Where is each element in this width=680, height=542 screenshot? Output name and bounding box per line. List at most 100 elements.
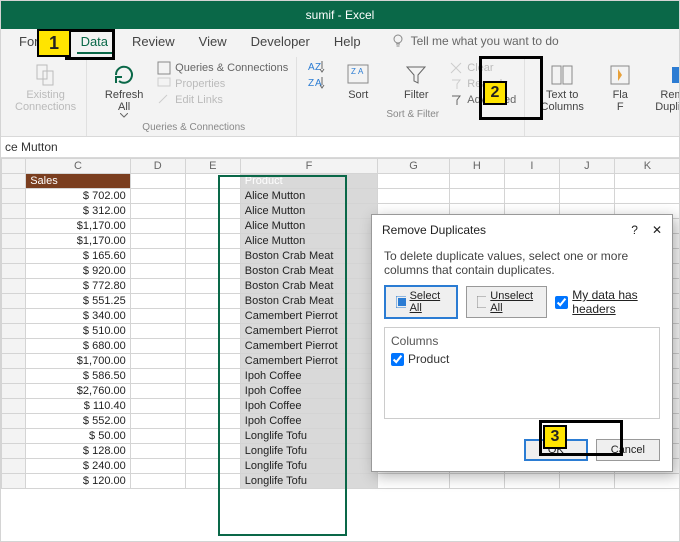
cell[interactable]: $ 702.00 xyxy=(26,189,131,204)
cell[interactable]: $1,170.00 xyxy=(26,234,131,249)
cell[interactable]: $ 552.00 xyxy=(26,414,131,429)
column-product-checkbox[interactable]: Product xyxy=(391,352,449,366)
cell[interactable]: Camembert Pierrot xyxy=(240,324,378,339)
column-header-K[interactable]: K xyxy=(614,159,679,174)
cell[interactable]: Alice Mutton xyxy=(240,189,378,204)
cell[interactable] xyxy=(130,414,185,429)
tab-help[interactable]: Help xyxy=(322,32,373,51)
tell-me[interactable]: Tell me what you want to do xyxy=(391,34,559,48)
cell[interactable]: Alice Mutton xyxy=(240,234,378,249)
clear-button[interactable]: Clear xyxy=(447,61,518,75)
cell[interactable]: Camembert Pierrot xyxy=(240,354,378,369)
cell[interactable] xyxy=(130,264,185,279)
tab-review[interactable]: Review xyxy=(120,32,187,51)
filter-button[interactable]: Filter xyxy=(389,59,443,103)
cell[interactable] xyxy=(130,324,185,339)
help-icon[interactable]: ? xyxy=(631,223,638,237)
cell[interactable]: $ 128.00 xyxy=(26,444,131,459)
cell[interactable]: $ 920.00 xyxy=(26,264,131,279)
edit-links-button[interactable]: Edit Links xyxy=(155,93,290,107)
select-all-cell[interactable] xyxy=(2,159,26,174)
row-header[interactable] xyxy=(2,399,26,414)
row-header[interactable] xyxy=(2,309,26,324)
cell[interactable]: $1,170.00 xyxy=(26,219,131,234)
row-header[interactable] xyxy=(2,189,26,204)
cell[interactable] xyxy=(130,354,185,369)
cell[interactable]: Longlife Tofu xyxy=(240,444,378,459)
row-header[interactable] xyxy=(2,324,26,339)
cell[interactable]: Ipoh Coffee xyxy=(240,369,378,384)
queries-connections-button[interactable]: Queries & Connections xyxy=(155,61,290,75)
cell[interactable]: Boston Crab Meat xyxy=(240,249,378,264)
cell[interactable]: $ 240.00 xyxy=(26,459,131,474)
cell[interactable] xyxy=(130,459,185,474)
column-header-E[interactable]: E xyxy=(185,159,240,174)
flash-fill-button[interactable]: Fla F xyxy=(593,59,647,115)
cell[interactable] xyxy=(130,309,185,324)
cell[interactable] xyxy=(185,339,240,354)
cell[interactable] xyxy=(130,234,185,249)
sort-button[interactable]: ZA Sort xyxy=(331,59,385,103)
cell[interactable] xyxy=(130,384,185,399)
cell[interactable] xyxy=(185,429,240,444)
cell[interactable]: $ 165.60 xyxy=(26,249,131,264)
cell[interactable]: $1,700.00 xyxy=(26,354,131,369)
cell[interactable] xyxy=(130,174,185,189)
row-header[interactable] xyxy=(2,234,26,249)
row-header[interactable] xyxy=(2,414,26,429)
row-header[interactable] xyxy=(2,174,26,189)
cell[interactable]: Alice Mutton xyxy=(240,219,378,234)
cell[interactable]: Ipoh Coffee xyxy=(240,399,378,414)
cell[interactable]: Alice Mutton xyxy=(240,204,378,219)
cell[interactable] xyxy=(185,324,240,339)
cell[interactable] xyxy=(130,369,185,384)
cell[interactable] xyxy=(185,174,240,189)
cell[interactable]: Ipoh Coffee xyxy=(240,384,378,399)
row-header[interactable] xyxy=(2,444,26,459)
cell[interactable]: $ 586.50 xyxy=(26,369,131,384)
cell[interactable]: $ 120.00 xyxy=(26,474,131,489)
tab-view[interactable]: View xyxy=(187,32,239,51)
cell[interactable] xyxy=(185,279,240,294)
cell[interactable] xyxy=(130,399,185,414)
cell[interactable]: Camembert Pierrot xyxy=(240,309,378,324)
cell[interactable] xyxy=(185,474,240,489)
row-header[interactable] xyxy=(2,249,26,264)
tab-data[interactable]: Data xyxy=(69,32,120,51)
cell[interactable]: $ 510.00 xyxy=(26,324,131,339)
column-header-C[interactable]: C xyxy=(26,159,131,174)
select-all-button[interactable]: Select All xyxy=(384,285,458,319)
column-header-G[interactable]: G xyxy=(378,159,450,174)
cell[interactable]: Longlife Tofu xyxy=(240,459,378,474)
cell[interactable]: Product xyxy=(240,174,378,189)
cell[interactable]: $ 312.00 xyxy=(26,204,131,219)
cell[interactable] xyxy=(185,444,240,459)
cell[interactable]: Boston Crab Meat xyxy=(240,294,378,309)
cell[interactable] xyxy=(185,189,240,204)
cell[interactable]: $ 680.00 xyxy=(26,339,131,354)
sort-desc-icon[interactable]: ZA xyxy=(307,75,325,89)
properties-button[interactable]: Properties xyxy=(155,77,290,91)
row-header[interactable] xyxy=(2,384,26,399)
existing-connections-button[interactable]: Existing Connections xyxy=(11,59,80,115)
cell[interactable]: $ 772.80 xyxy=(26,279,131,294)
cell[interactable] xyxy=(185,369,240,384)
column-header-I[interactable]: I xyxy=(504,159,559,174)
row-header[interactable] xyxy=(2,219,26,234)
cell[interactable]: Boston Crab Meat xyxy=(240,279,378,294)
my-data-has-headers-checkbox[interactable]: My data has headers xyxy=(555,288,660,316)
cell[interactable] xyxy=(185,459,240,474)
row-header[interactable] xyxy=(2,459,26,474)
cell[interactable] xyxy=(130,219,185,234)
cell[interactable] xyxy=(130,279,185,294)
cell[interactable]: Longlife Tofu xyxy=(240,474,378,489)
cell[interactable] xyxy=(130,474,185,489)
cell[interactable] xyxy=(185,399,240,414)
cell[interactable] xyxy=(130,339,185,354)
cell[interactable] xyxy=(185,234,240,249)
cell[interactable]: Sales xyxy=(26,174,131,189)
cell[interactable] xyxy=(185,264,240,279)
cell[interactable]: $ 110.40 xyxy=(26,399,131,414)
cell[interactable] xyxy=(185,294,240,309)
row-header[interactable] xyxy=(2,264,26,279)
